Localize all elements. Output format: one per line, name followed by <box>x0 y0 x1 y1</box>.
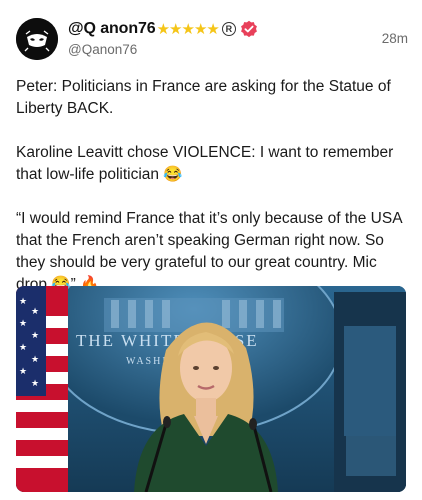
verified-badge-icon <box>240 20 257 38</box>
display-name[interactable]: @Q anon76 <box>68 20 156 38</box>
post-paragraph-3: “I would remind France that it’s only be… <box>16 210 402 293</box>
press-briefing-image: THE WHITE HOUSE WASHINGTON ★★★ ★★★ ★★ <box>16 286 406 492</box>
display-name-row: @Q anon76 ★★★★★ R <box>68 19 258 39</box>
post-media-image[interactable]: THE WHITE HOUSE WASHINGTON ★★★ ★★★ ★★ <box>16 286 406 492</box>
registered-mark-icon: R <box>221 22 236 36</box>
svg-text:★: ★ <box>31 379 39 389</box>
svg-text:★: ★ <box>19 297 27 307</box>
post-header: @Q anon76 ★★★★★ R @Qanon76 28m <box>16 18 408 62</box>
svg-text:★: ★ <box>19 343 27 353</box>
svg-text:★: ★ <box>31 355 39 365</box>
svg-text:★: ★ <box>31 331 39 341</box>
star-icons: ★★★★★ <box>156 20 220 38</box>
svg-text:★: ★ <box>31 307 39 317</box>
post-card: @Q anon76 ★★★★★ R @Qanon76 28m Peter: Po… <box>0 0 422 500</box>
post-body: Peter: Politicians in France are asking … <box>16 76 408 296</box>
svg-text:★: ★ <box>19 367 27 377</box>
svg-text:★: ★ <box>19 319 27 329</box>
post-paragraph-2: Karoline Leavitt chose VIOLENCE: I want … <box>16 144 394 183</box>
author-names: @Q anon76 ★★★★★ R @Qanon76 <box>68 19 258 57</box>
post-timestamp: 28m <box>381 31 408 46</box>
avatar[interactable] <box>16 18 58 60</box>
post-paragraph-1: Peter: Politicians in France are asking … <box>16 78 391 117</box>
author-handle[interactable]: @Qanon76 <box>68 42 258 57</box>
mask-logo-icon <box>16 18 58 60</box>
